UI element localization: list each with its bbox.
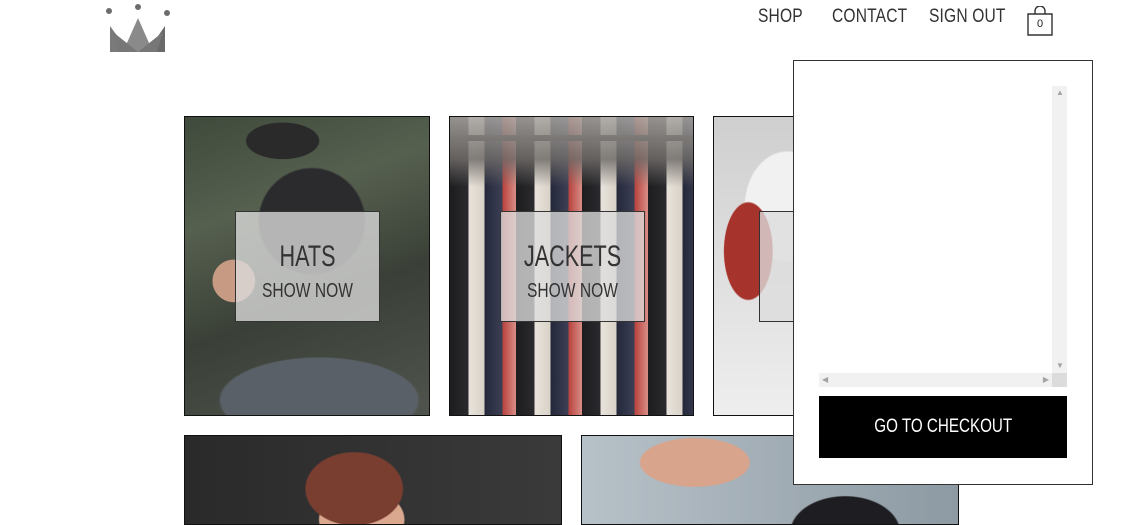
scroll-up-icon[interactable]: ▲	[1056, 89, 1064, 97]
category-tile-hats[interactable]: HATS SHOW NOW	[184, 116, 430, 416]
scroll-left-icon[interactable]: ◀	[822, 376, 828, 384]
category-cta: SHOW NOW	[262, 280, 353, 302]
nav-contact-link[interactable]: CONTACT	[832, 6, 907, 28]
nav-shop-link[interactable]: SHOP	[758, 6, 803, 28]
cart-dropdown: ▲ ▼ ◀ ▶ GO TO CHECKOUT	[793, 60, 1093, 485]
scrollbar-corner	[1052, 373, 1067, 387]
checkout-label: GO TO CHECKOUT	[874, 416, 1012, 437]
category-overlay-jackets[interactable]: JACKETS SHOW NOW	[500, 211, 645, 322]
category-title: HATS	[279, 240, 336, 273]
cart-count: 0	[1036, 18, 1044, 30]
vertical-scrollbar[interactable]: ▲ ▼	[1052, 86, 1067, 373]
horizontal-scrollbar[interactable]: ◀ ▶	[819, 373, 1052, 387]
category-tile-womens[interactable]	[184, 435, 562, 525]
category-tile-jackets[interactable]: JACKETS SHOW NOW	[449, 116, 694, 416]
cart-items-list[interactable]: ▲ ▼ ◀ ▶	[819, 86, 1068, 387]
main-nav: SHOP CONTACT SIGN OUT 0	[0, 4, 1143, 36]
scroll-down-icon[interactable]: ▼	[1056, 362, 1064, 370]
category-cta: SHOW NOW	[527, 280, 618, 302]
category-title: JACKETS	[523, 240, 622, 273]
go-to-checkout-button[interactable]: GO TO CHECKOUT	[819, 396, 1067, 458]
nav-sign-out-link[interactable]: SIGN OUT	[929, 6, 1006, 28]
cart-button[interactable]: 0	[1026, 5, 1054, 36]
scroll-right-icon[interactable]: ▶	[1043, 376, 1049, 384]
category-overlay-hats[interactable]: HATS SHOW NOW	[235, 211, 380, 322]
